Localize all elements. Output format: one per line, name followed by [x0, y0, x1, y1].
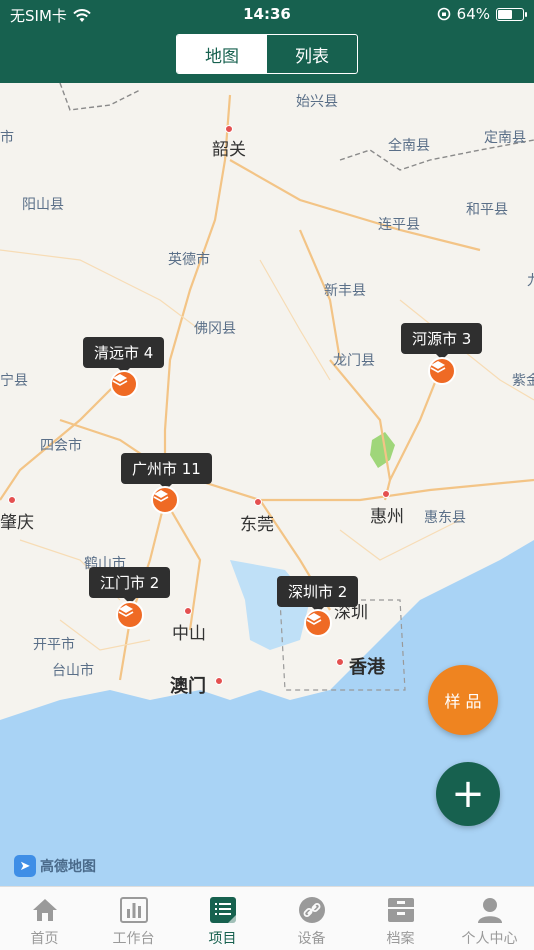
map-label-yangshan: 阳山县: [22, 197, 64, 213]
city-dot: [8, 496, 16, 504]
city-dot: [184, 607, 192, 615]
map-label-yingde: 英德市: [168, 252, 210, 268]
layers-icon: [112, 374, 128, 386]
map-label-taishan: 台山市: [52, 663, 94, 679]
tab-home[interactable]: 首页: [0, 887, 89, 950]
map-label-macau: 澳门: [170, 676, 206, 697]
tab-workbench[interactable]: 工作台: [89, 887, 178, 950]
map-label-ningxian: 宁县: [0, 373, 28, 389]
marker-label-qingyuan[interactable]: 清远市 4: [83, 337, 165, 374]
top-bar: 无SIM卡 14:36 64% 地图 列表: [0, 0, 534, 83]
city-dot: [225, 125, 233, 133]
amap-logo-icon: ➤: [14, 855, 36, 877]
city-dot: [336, 658, 344, 666]
map-label-dingnan: 定南县: [484, 130, 526, 146]
tab-archive[interactable]: 档案: [356, 887, 445, 950]
map-provider-label: 高德地图: [40, 859, 96, 875]
bottom-tab-bar: 首页 工作台 项目 设备 档案 个人中心: [0, 886, 534, 950]
sample-button[interactable]: 样 品: [428, 665, 498, 735]
tab-profile-label: 个人中心: [461, 931, 518, 947]
marker-label-shenzhen[interactable]: 深圳市 2: [277, 576, 359, 613]
project-list-icon: [208, 895, 238, 925]
map-label-huizhou: 惠州: [370, 507, 404, 527]
marker-shenzhen[interactable]: [304, 609, 332, 637]
rotation-lock-icon: [437, 7, 450, 21]
map-label-hongkong: 香港: [349, 657, 385, 678]
status-bar: 无SIM卡 14:36 64%: [0, 0, 534, 30]
battery-icon: [496, 7, 527, 21]
map-label-quannan: 全南县: [388, 138, 430, 154]
map-label-zijin: 紫金: [512, 373, 534, 389]
marker-label-guangzhou[interactable]: 广州市 11: [121, 453, 212, 490]
marker-label-jiangmen[interactable]: 江门市 2: [89, 567, 171, 604]
map-label-zhongshan: 中山: [172, 624, 206, 644]
tab-profile[interactable]: 个人中心: [445, 887, 534, 950]
map-label-longmen: 龙门县: [333, 353, 375, 369]
map-label-sihui: 四会市: [40, 438, 82, 454]
layers-icon: [118, 605, 134, 617]
map-label-shixing: 始兴县: [296, 94, 338, 110]
map-label-kaiping: 开平市: [33, 637, 75, 653]
tab-home-label: 首页: [30, 931, 59, 947]
map-label-xinfeng: 新丰县: [324, 283, 366, 299]
marker-qingyuan[interactable]: [110, 370, 138, 398]
city-dot: [254, 498, 262, 506]
map-label-edge-jiu: 九: [527, 270, 534, 290]
map-label-huidong: 惠东县: [424, 510, 466, 526]
tab-archive-label: 档案: [386, 931, 415, 947]
marker-jiangmen[interactable]: [116, 601, 144, 629]
battery-percent: 64%: [456, 5, 490, 23]
map-label-dongguan: 东莞: [240, 515, 274, 535]
tab-list[interactable]: 列表: [267, 35, 357, 73]
layers-icon: [430, 361, 446, 373]
marker-label-heyuan[interactable]: 河源市 3: [401, 323, 483, 360]
add-button[interactable]: +: [436, 762, 500, 826]
home-icon: [30, 895, 60, 925]
person-icon: [475, 895, 505, 925]
map-label-heping: 和平县: [466, 202, 508, 218]
tab-project[interactable]: 项目: [178, 887, 267, 950]
link-icon: [297, 895, 327, 925]
marker-guangzhou[interactable]: [151, 486, 179, 514]
view-switcher: 地图 列表: [176, 34, 358, 74]
map-label-edge-city: 市: [0, 130, 14, 146]
layers-icon: [306, 613, 322, 625]
map-label-zhaoqing: 肇庆: [0, 513, 34, 533]
archive-icon: [386, 895, 416, 925]
marker-heyuan[interactable]: [428, 357, 456, 385]
chart-icon: [119, 895, 149, 925]
city-dot: [215, 677, 223, 685]
map-label-shaoguan: 韶关: [212, 140, 246, 160]
map-label-fogang: 佛冈县: [194, 321, 236, 337]
tab-device-label: 设备: [297, 931, 326, 947]
tab-map[interactable]: 地图: [177, 35, 267, 73]
tab-project-label: 项目: [208, 931, 237, 947]
tab-device[interactable]: 设备: [267, 887, 356, 950]
map-provider-logo: ➤ 高德地图: [14, 855, 96, 877]
map-label-lianping: 连平县: [378, 217, 420, 233]
layers-icon: [153, 490, 169, 502]
city-dot: [382, 490, 390, 498]
tab-workbench-label: 工作台: [112, 931, 155, 947]
